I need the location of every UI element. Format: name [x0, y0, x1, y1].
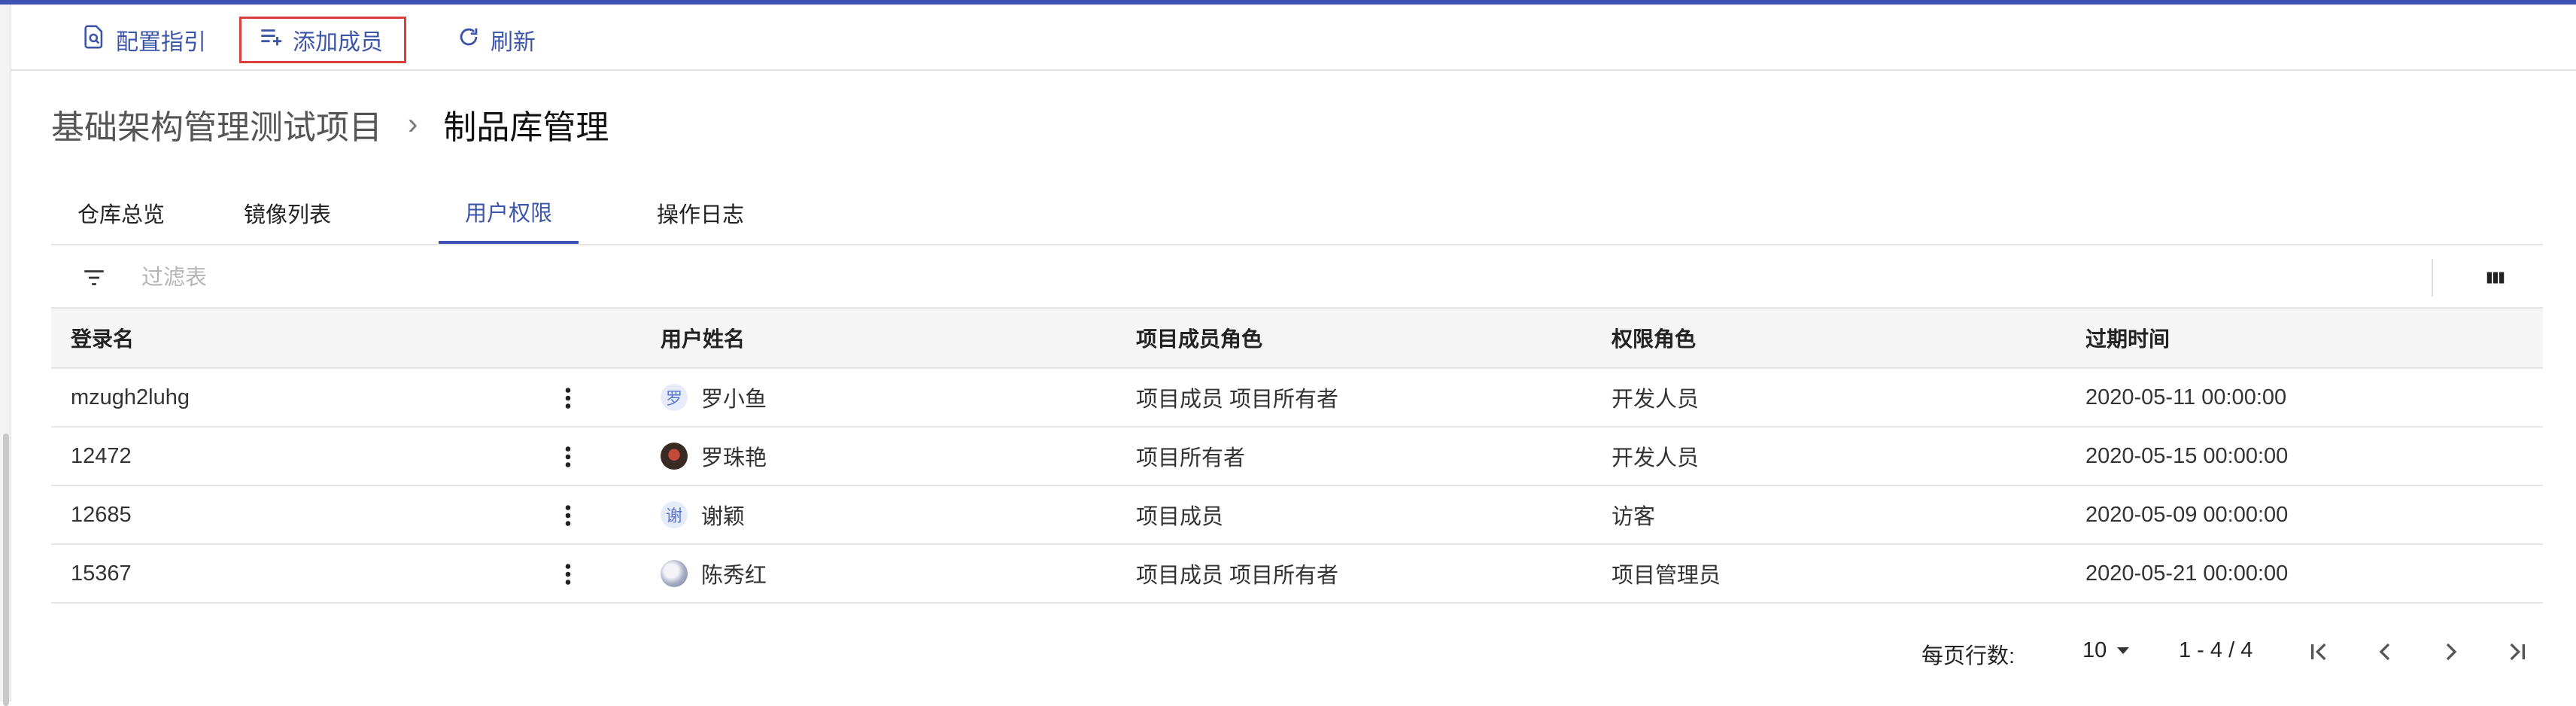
login-name: mzugh2luhg — [71, 385, 190, 409]
more-vert-icon[interactable] — [564, 446, 572, 468]
permission-role: 访客 — [1592, 485, 2066, 545]
user-name: 谢颖 — [701, 505, 746, 529]
left-scrollbar[interactable] — [3, 434, 9, 706]
left-gutter — [0, 5, 11, 706]
table-row[interactable]: 12472 罗珠艳 项目所有者 开发人员 2020-05-15 00:00:00 — [51, 427, 2543, 486]
tab-repository-overview[interactable]: 仓库总览 — [51, 182, 191, 244]
rows-per-page-value: 10 — [2082, 638, 2107, 662]
filter-bar — [51, 244, 2543, 309]
member-role: 项目成员 项目所有者 — [1116, 368, 1592, 428]
more-vert-icon[interactable] — [564, 563, 572, 586]
last-page-icon[interactable] — [2502, 637, 2532, 667]
breadcrumb-separator: › — [408, 107, 418, 141]
table-header-row: 登录名 用户姓名 项目成员角色 权限角色 过期时间 — [51, 309, 2543, 369]
avatar — [661, 560, 688, 587]
breadcrumb: 基础架构管理测试项目 › 制品库管理 — [51, 98, 609, 151]
view-column-icon[interactable] — [2484, 266, 2507, 289]
tab-bar: 仓库总览 镜像列表 用户权限 操作日志 — [51, 182, 2543, 244]
filter-divider — [2432, 259, 2433, 297]
member-role: 项目成员 项目所有者 — [1116, 544, 1592, 604]
dropdown-arrow-icon — [2117, 647, 2130, 654]
permission-role: 开发人员 — [1592, 368, 2066, 428]
avatar: 罗 — [661, 384, 688, 411]
login-name: 15367 — [71, 561, 132, 586]
column-header-member-role[interactable]: 项目成员角色 — [1116, 309, 1592, 369]
table-row[interactable]: 15367 陈秀红 项目成员 项目所有者 项目管理员 2020-05-21 00… — [51, 544, 2543, 604]
filter-input[interactable] — [140, 260, 2325, 295]
login-name: 12685 — [71, 502, 132, 527]
refresh-label: 刷新 — [491, 30, 536, 55]
table-row[interactable]: mzugh2luhg 罗 罗小鱼 项目成员 项目所有者 开发人员 2020-05… — [51, 368, 2543, 428]
expire-time: 2020-05-21 00:00:00 — [2066, 544, 2543, 604]
config-guide-button[interactable]: 配置指引 — [65, 17, 223, 63]
chevron-left-icon[interactable] — [2370, 637, 2400, 667]
pagination: 每页行数: 10 1 - 4 / 4 — [1911, 625, 2543, 677]
breadcrumb-project-link[interactable]: 基础架构管理测试项目 — [51, 100, 382, 148]
permission-role: 开发人员 — [1592, 427, 2066, 486]
chevron-right-icon[interactable] — [2436, 637, 2466, 667]
toolbar: 配置指引 添加成员 刷新 — [11, 5, 2576, 71]
refresh-button[interactable]: 刷新 — [439, 17, 552, 63]
user-name: 罗小鱼 — [701, 388, 767, 412]
avatar — [661, 443, 688, 470]
rows-per-page-label: 每页行数: — [1921, 644, 2016, 668]
more-vert-icon[interactable] — [564, 387, 572, 409]
tab-user-permissions[interactable]: 用户权限 — [439, 182, 579, 244]
expire-time: 2020-05-15 00:00:00 — [2066, 427, 2543, 486]
column-header-user-name[interactable]: 用户姓名 — [641, 309, 1116, 369]
first-page-icon[interactable] — [2304, 637, 2334, 667]
column-header-expire-time[interactable]: 过期时间 — [2066, 309, 2543, 369]
user-name: 罗珠艳 — [701, 446, 767, 470]
add-member-label: 添加成员 — [293, 30, 383, 55]
login-name: 12472 — [71, 443, 132, 468]
column-header-permission-role[interactable]: 权限角色 — [1592, 309, 2066, 369]
page-title: 制品库管理 — [443, 109, 609, 146]
member-role: 项目成员 — [1116, 485, 1592, 545]
config-guide-label: 配置指引 — [116, 30, 206, 55]
refresh-icon — [456, 24, 481, 56]
more-vert-icon[interactable] — [564, 504, 572, 527]
filter-list-icon[interactable] — [81, 265, 107, 291]
add-member-button[interactable]: 添加成员 — [239, 17, 406, 63]
permission-role: 项目管理员 — [1592, 544, 2066, 604]
document-search-icon — [81, 24, 107, 56]
expire-time: 2020-05-09 00:00:00 — [2066, 485, 2543, 545]
expire-time: 2020-05-11 00:00:00 — [2066, 368, 2543, 428]
user-name: 陈秀红 — [701, 564, 767, 588]
member-role: 项目所有者 — [1116, 427, 1592, 486]
table-row[interactable]: 12685 谢 谢颖 项目成员 访客 2020-05-09 00:00:00 — [51, 485, 2543, 545]
rows-per-page-select[interactable]: 10 — [2082, 638, 2130, 663]
column-header-login[interactable]: 登录名 — [51, 309, 641, 369]
page-range: 1 - 4 / 4 — [2179, 638, 2253, 662]
tab-operation-log[interactable]: 操作日志 — [630, 182, 770, 244]
members-table: 登录名 用户姓名 项目成员角色 权限角色 过期时间 mzugh2luhg 罗 罗… — [51, 309, 2543, 604]
avatar: 谢 — [661, 501, 688, 528]
tab-image-list[interactable]: 镜像列表 — [191, 182, 384, 244]
playlist-add-icon — [258, 24, 284, 56]
